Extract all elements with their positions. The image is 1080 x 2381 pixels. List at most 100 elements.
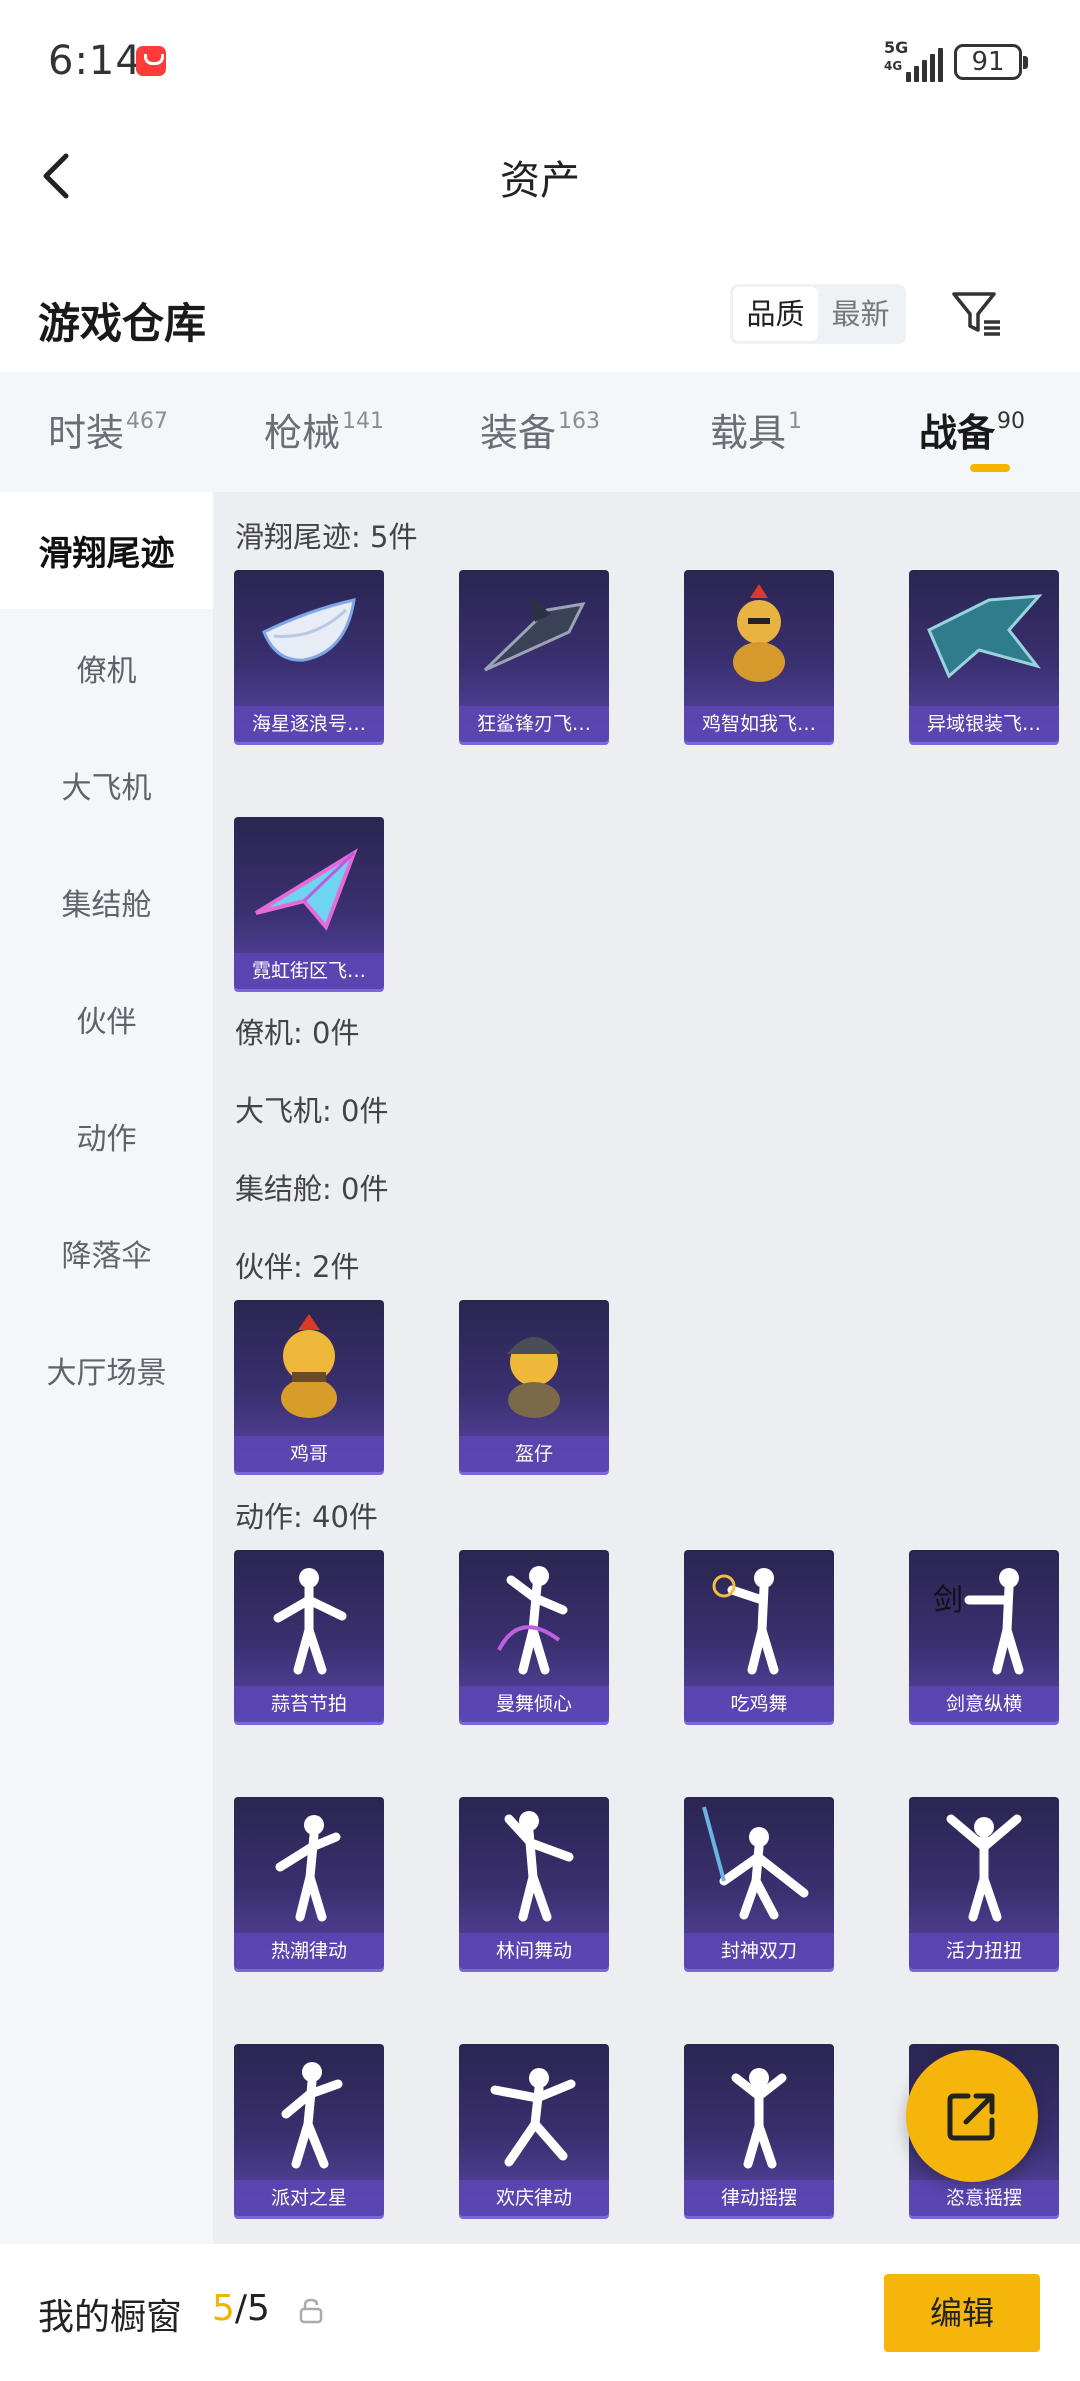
filter-icon[interactable]: [950, 286, 1004, 340]
glide-trail-shark-icon: [483, 596, 586, 672]
sidebar-item-glide-trail[interactable]: 滑翔尾迹: [0, 492, 213, 609]
emote-dance-icon: [504, 1811, 574, 1922]
tab-count: 467: [126, 409, 168, 434]
showcase-count: 5/5: [212, 2288, 270, 2329]
tab-label: 装备: [479, 411, 556, 455]
item-card[interactable]: 曼舞倾心: [459, 1550, 609, 1722]
item-name: 异域银装飞…: [909, 706, 1059, 742]
glide-trail-starfish-icon: [262, 598, 356, 662]
tab-equipment[interactable]: 装备163: [432, 372, 648, 492]
edit-button[interactable]: 编辑: [884, 2274, 1040, 2352]
item-name: 狂鲨锋刃飞…: [459, 706, 609, 742]
item-name: 律动摇摆: [684, 2180, 834, 2216]
item-card[interactable]: 封神双刀: [684, 1797, 834, 1969]
glide-trail-neon-icon: [254, 848, 358, 931]
item-card[interactable]: 吃鸡舞: [684, 1550, 834, 1722]
battery-icon: 91: [954, 44, 1028, 80]
status-bar: 6:14 5G 4G 91: [0, 0, 1080, 126]
section-title-capsule: 集结舱: 0件: [235, 1172, 389, 1206]
showcase-count-total: /5: [234, 2288, 270, 2329]
tab-count: 163: [558, 409, 600, 434]
svg-text:剑: 剑: [933, 1583, 963, 1618]
emote-dance-icon: [712, 1568, 779, 1675]
item-card[interactable]: 异域银装飞…: [909, 570, 1059, 742]
item-name: 吃鸡舞: [684, 1686, 834, 1722]
tab-label: 载具: [709, 411, 786, 455]
item-name: 盔仔: [459, 1436, 609, 1472]
status-time: 6:14: [48, 38, 142, 84]
item-card[interactable]: 欢庆律动: [459, 2044, 609, 2216]
item-card[interactable]: 鸡智如我飞…: [684, 570, 834, 742]
item-name: 霓虹街区飞…: [234, 953, 384, 989]
emote-dance-icon: [946, 1814, 1022, 1922]
tab-active-indicator: [970, 464, 1010, 472]
tab-outfit[interactable]: 时装467: [0, 372, 216, 492]
share-fab[interactable]: [906, 2050, 1038, 2182]
warehouse-title: 游戏仓库: [38, 299, 207, 348]
sidebar-item-capsule[interactable]: 集结舱: [0, 843, 213, 960]
battery-level: 91: [971, 47, 1005, 77]
item-card[interactable]: 霓虹街区飞…: [234, 817, 384, 989]
emote-dance-icon: 剑: [933, 1568, 1024, 1675]
item-card[interactable]: 蒜苔节拍: [234, 1550, 384, 1722]
item-card[interactable]: 剑 剑意纵横: [909, 1550, 1059, 1722]
page-title: 资产: [500, 158, 580, 204]
item-card[interactable]: 盔仔: [459, 1300, 609, 1472]
section-title-emote: 动作: 40件: [235, 1500, 378, 1534]
item-card[interactable]: 活力扭扭: [909, 1797, 1059, 1969]
network-sub-type: 4G: [884, 59, 903, 73]
emote-dance-icon: [490, 2068, 576, 2167]
sort-toggle: 品质 最新: [730, 284, 906, 344]
emote-dance-icon: [281, 2062, 343, 2169]
glide-trail-chicken-icon: [733, 584, 785, 682]
item-card[interactable]: 律动摇摆: [684, 2044, 834, 2216]
emote-dance-icon: [275, 1815, 341, 1922]
companion-helmet-icon: [507, 1337, 561, 1418]
item-card[interactable]: 派对之星: [234, 2044, 384, 2216]
item-name: 活力扭扭: [909, 1933, 1059, 1969]
item-card[interactable]: 海星逐浪号…: [234, 570, 384, 742]
emote-dance-icon: [273, 1568, 347, 1675]
sidebar-item-parachute[interactable]: 降落伞: [0, 1194, 213, 1311]
item-name: 派对之星: [234, 2180, 384, 2216]
emote-dance-icon: [702, 1806, 809, 1920]
tab-battle-prep[interactable]: 战备90: [864, 372, 1080, 492]
item-name: 恣意摇摆: [909, 2180, 1059, 2216]
glide-trail-silver-icon: [927, 594, 1043, 679]
section-title-wingman: 僚机: 0件: [235, 1016, 360, 1050]
item-name: 欢庆律动: [459, 2180, 609, 2216]
showcase-count-current: 5: [212, 2288, 235, 2329]
sidebar-item-lobby-scene[interactable]: 大厅场景: [0, 1311, 213, 1428]
sort-option-newest[interactable]: 最新: [818, 287, 903, 341]
warehouse-header: 游戏仓库 品质 最新: [0, 262, 1080, 370]
item-card[interactable]: 鸡哥: [234, 1300, 384, 1472]
item-card[interactable]: 热潮律动: [234, 1797, 384, 1969]
sidebar-item-wingman[interactable]: 僚机: [0, 609, 213, 726]
section-title-big-plane: 大飞机: 0件: [235, 1094, 389, 1128]
tab-guns[interactable]: 枪械141: [216, 372, 432, 492]
item-name: 剑意纵横: [909, 1686, 1059, 1722]
sidebar-item-emote[interactable]: 动作: [0, 1077, 213, 1194]
tab-count: 1: [788, 409, 802, 434]
tab-label: 枪械: [263, 411, 340, 455]
item-card[interactable]: 狂鲨锋刃飞…: [459, 570, 609, 742]
item-content: 滑翔尾迹: 5件 海星逐浪号… 狂鲨锋刃飞… 鸡智如我飞… 异域银装飞… 霓虹街…: [213, 492, 1080, 2244]
category-tabs: 时装467 枪械141 装备163 载具1 战备90: [0, 372, 1080, 492]
shopping-app-icon: [136, 46, 166, 76]
showcase-bar: 我的橱窗 5/5 编辑: [0, 2244, 1080, 2381]
tab-label: 时装: [47, 411, 124, 455]
sort-option-quality[interactable]: 品质: [733, 287, 818, 341]
sidebar-item-companion[interactable]: 伙伴: [0, 960, 213, 1077]
item-card[interactable]: 林间舞动: [459, 1797, 609, 1969]
item-name: 曼舞倾心: [459, 1686, 609, 1722]
tab-count: 141: [342, 409, 384, 434]
signal-icon: 5G 4G: [884, 40, 944, 82]
companion-chicken-icon: [281, 1314, 337, 1418]
title-bar: 资产: [0, 126, 1080, 226]
sidebar-item-big-plane[interactable]: 大飞机: [0, 726, 213, 843]
item-name: 海星逐浪号…: [234, 706, 384, 742]
signal-bars: [906, 48, 943, 82]
emote-dance-icon: [497, 1566, 568, 1675]
network-type: 5G: [884, 38, 909, 57]
tab-vehicle[interactable]: 载具1: [648, 372, 864, 492]
